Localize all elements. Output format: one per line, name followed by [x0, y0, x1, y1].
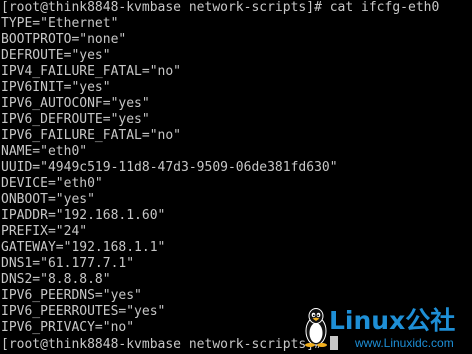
- config-line-ipv4-failure-fatal: IPV4_FAILURE_FATAL="no": [1, 64, 182, 79]
- config-line-name: NAME="eth0": [1, 144, 88, 159]
- config-line-prefix: PREFIX="24": [1, 224, 88, 239]
- config-line-ipv6-peerdns: IPV6_PEERDNS="yes": [1, 288, 142, 303]
- config-line-dns2: DNS2="8.8.8.8": [1, 272, 111, 287]
- config-line-type: TYPE="Ethernet": [1, 16, 119, 31]
- watermark: Linux公社 www.Linuxidc.com: [303, 305, 472, 354]
- tux-penguin-icon: [305, 308, 327, 347]
- config-line-bootproto: BOOTPROTO="none": [1, 32, 127, 47]
- config-line-ipv6-autoconf: IPV6_AUTOCONF="yes": [1, 96, 150, 111]
- config-line-uuid: UUID="4949c519-11d8-47d3-9509-06de381fd6…: [1, 160, 338, 175]
- prompt-text: [root@think8848-kvmbase network-scripts]…: [1, 337, 330, 352]
- watermark-brand: Linux公社: [329, 306, 456, 335]
- config-line-ipv6-failure-fatal: IPV6_FAILURE_FATAL="no": [1, 128, 182, 143]
- config-line-defroute: DEFROUTE="yes": [1, 48, 111, 63]
- config-line-ipv6-defroute: IPV6_DEFROUTE="yes": [1, 112, 150, 127]
- command-line: [root@think8848-kvmbase network-scripts]…: [1, 0, 440, 15]
- config-line-dns1: DNS1="61.177.7.1": [1, 256, 135, 271]
- config-line-ipaddr: IPADDR="192.168.1.60": [1, 208, 166, 223]
- watermark-url: www.Linuxidc.com: [355, 336, 454, 350]
- config-line-onboot: ONBOOT="yes": [1, 192, 95, 207]
- config-line-ipv6init: IPV6INIT="yes": [1, 80, 111, 95]
- config-line-device: DEVICE="eth0": [1, 176, 103, 191]
- config-line-gateway: GATEWAY="192.168.1.1": [1, 240, 166, 255]
- terminal-window[interactable]: [root@think8848-kvmbase network-scripts]…: [0, 0, 472, 354]
